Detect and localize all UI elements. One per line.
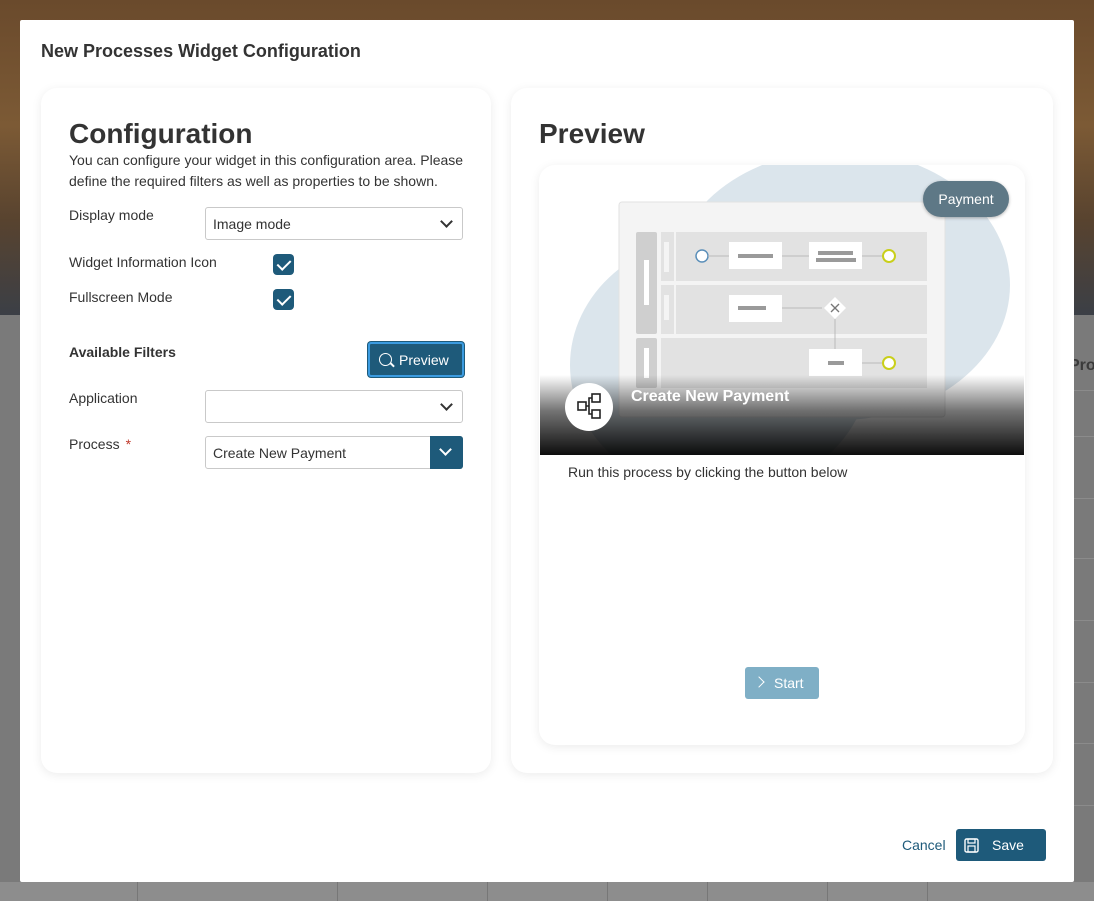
- process-label: Process *: [69, 436, 131, 452]
- available-filters-label: Available Filters: [69, 344, 176, 360]
- configuration-description: You can configure your widget in this co…: [69, 152, 464, 189]
- display-mode-select[interactable]: Image mode: [205, 207, 463, 240]
- configuration-heading: Configuration: [69, 118, 253, 149]
- process-avatar: [565, 383, 613, 431]
- chevron-down-icon: [440, 398, 453, 411]
- configuration-panel: Configuration You can configure your wid…: [41, 88, 491, 773]
- preview-heading: Preview: [539, 118, 645, 149]
- widget-information-icon-label: Widget Information Icon: [69, 254, 217, 270]
- preview-panel: Preview Payment Create New Payment Run t…: [511, 88, 1053, 773]
- category-badge: Payment: [923, 181, 1009, 217]
- process-dropdown-button[interactable]: [430, 436, 463, 469]
- required-marker: *: [125, 436, 132, 452]
- modal-title: New Processes Widget Configuration: [41, 41, 361, 61]
- fullscreen-mode-checkbox[interactable]: [273, 289, 294, 310]
- process-select[interactable]: Create New Payment: [205, 436, 463, 469]
- chevron-down-icon: [440, 215, 453, 228]
- process-widget-card: Payment Create New Payment Run this proc…: [539, 165, 1025, 745]
- widget-information-icon-checkbox[interactable]: [273, 254, 294, 275]
- process-flow-icon: [577, 393, 601, 419]
- widget-configuration-modal: New Processes Widget Configuration Confi…: [20, 20, 1074, 882]
- application-select[interactable]: [205, 390, 463, 423]
- process-diagram-image: Payment Create New Payment: [540, 165, 1024, 455]
- start-process-button[interactable]: Start: [745, 667, 819, 699]
- process-title: Create New Payment: [631, 388, 790, 405]
- display-mode-label: Display mode: [69, 207, 154, 223]
- search-icon: [379, 353, 392, 366]
- background-footer-strip: [0, 882, 1094, 901]
- save-button[interactable]: Save: [956, 829, 1046, 861]
- process-value: Create New Payment: [213, 445, 347, 461]
- display-mode-value: Image mode: [213, 216, 291, 232]
- start-button-label: Start: [774, 675, 804, 691]
- background-table-lines: [1074, 315, 1094, 901]
- preview-button[interactable]: Preview: [368, 342, 464, 377]
- preview-button-label: Preview: [399, 352, 449, 368]
- fullscreen-mode-label: Fullscreen Mode: [69, 289, 173, 305]
- floppy-disk-icon: [964, 838, 979, 853]
- chevron-right-icon: [753, 676, 765, 688]
- cancel-button[interactable]: Cancel: [902, 837, 946, 853]
- process-description: Run this process by clicking the button …: [568, 464, 848, 480]
- chevron-down-icon: [439, 443, 452, 456]
- save-button-label: Save: [992, 837, 1024, 853]
- application-label: Application: [69, 390, 138, 406]
- process-label-text: Process: [69, 436, 120, 452]
